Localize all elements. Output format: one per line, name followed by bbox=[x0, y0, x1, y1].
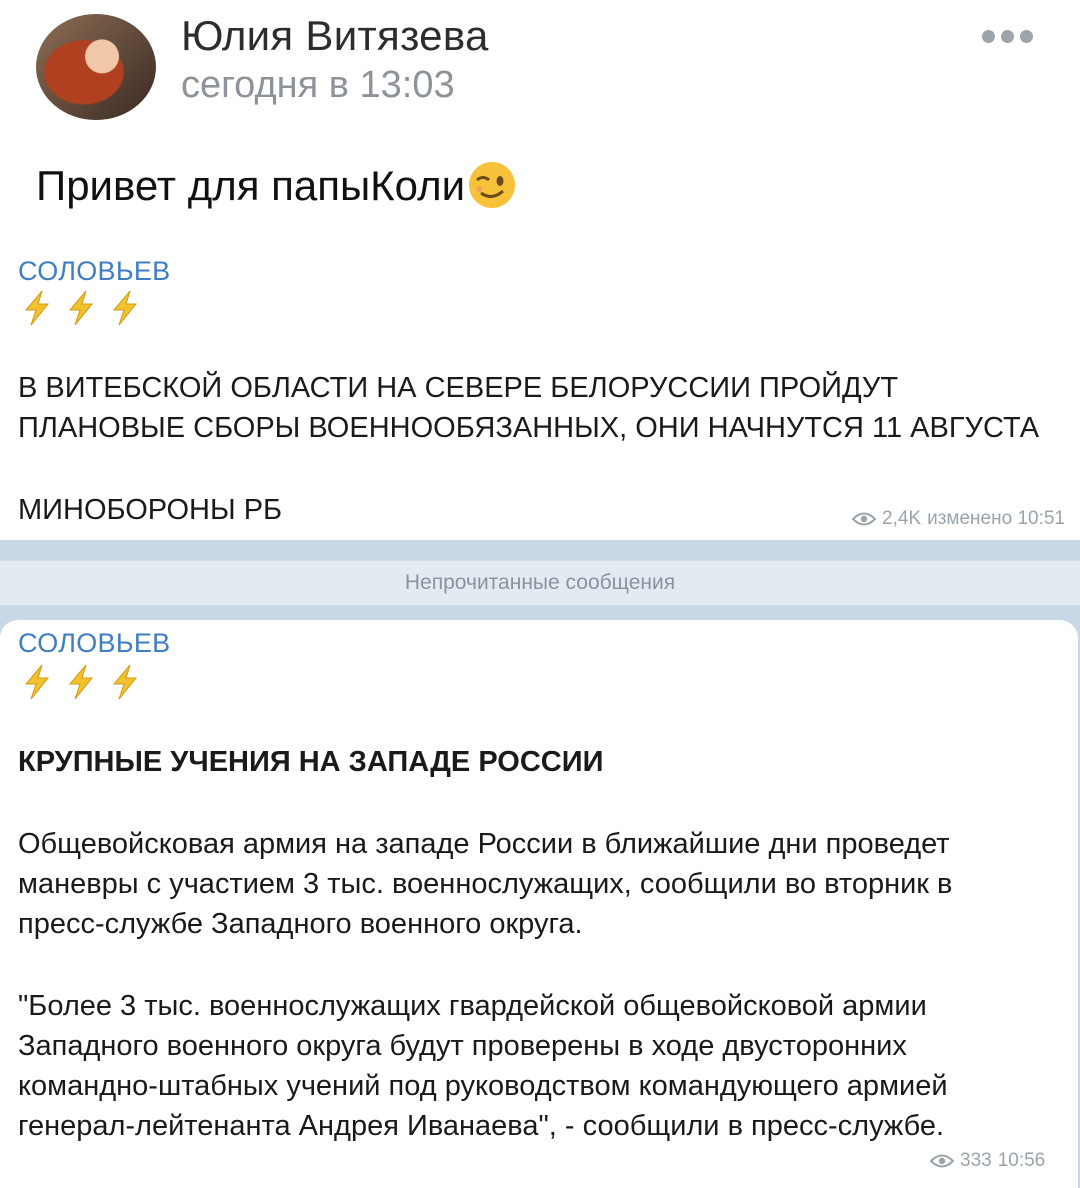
message-line: В ВИТЕБСКОЙ ОБЛАСТИ НА СЕВЕРЕ БЕЛОРУССИИ… bbox=[18, 372, 899, 404]
message-line: командно-штабных учений под руководством… bbox=[18, 1070, 948, 1102]
post-author[interactable]: Юлия Витязева bbox=[181, 12, 489, 60]
views-eye-icon bbox=[852, 512, 876, 526]
views-count: 2,4K bbox=[882, 508, 922, 529]
bolt-icons bbox=[20, 664, 142, 700]
message-meta: 333 10:56 bbox=[930, 1150, 1045, 1172]
avatar[interactable] bbox=[36, 14, 156, 120]
views-count: 333 bbox=[960, 1150, 992, 1171]
lightning-icon bbox=[112, 664, 138, 700]
message-bubble: СОЛОВЬЕВ КРУПНЫЕ УЧЕНИЯ НА ЗАПАДЕ РОССИИ… bbox=[0, 620, 1078, 1188]
winking-face-icon bbox=[469, 162, 516, 208]
channel-name[interactable]: СОЛОВЬЕВ bbox=[18, 256, 170, 287]
message-line: маневры с участием 3 тыс. военнослужащих… bbox=[18, 868, 953, 900]
message-line: МИНОБОРОНЫ РБ bbox=[18, 494, 283, 526]
more-options-icon[interactable] bbox=[982, 26, 1034, 46]
message-time: 10:56 bbox=[997, 1150, 1046, 1171]
message-line: "Более 3 тыс. военнослужащих гвардейской… bbox=[18, 990, 927, 1022]
message-line: Западного военного округа будут проверен… bbox=[18, 1030, 907, 1062]
post-time[interactable]: сегодня в 13:03 bbox=[181, 64, 455, 107]
unread-divider-label: Непрочитанные сообщения bbox=[404, 571, 676, 594]
lightning-icon bbox=[112, 290, 138, 326]
message-line: Общевойсковая армия на западе России в б… bbox=[18, 828, 950, 860]
message-line: пресс-службе Западного военного округа. bbox=[18, 908, 583, 940]
channel-name[interactable]: СОЛОВЬЕВ bbox=[18, 628, 170, 659]
lightning-icon bbox=[68, 664, 94, 700]
message-heading: КРУПНЫЕ УЧЕНИЯ НА ЗАПАДЕ РОССИИ bbox=[18, 746, 604, 778]
post-text-content: Привет для папыКоли bbox=[36, 162, 466, 209]
unread-divider: Непрочитанные сообщения bbox=[0, 560, 1080, 606]
bolt-icons bbox=[20, 290, 142, 326]
edited-label: изменено 10:51 bbox=[927, 508, 1065, 529]
lightning-icon bbox=[24, 290, 50, 326]
post-text: Привет для папыКоли bbox=[36, 160, 517, 210]
views-eye-icon bbox=[930, 1154, 954, 1168]
message-bubble: СОЛОВЬЕВ В ВИТЕБСКОЙ ОБЛАСТИ НА СЕВЕРЕ Б… bbox=[0, 240, 1080, 540]
message-meta: 2,4K изменено 10:51 bbox=[852, 508, 1065, 530]
message-line: ПЛАНОВЫЕ СБОРЫ ВОЕННООБЯЗАННЫХ, ОНИ НАЧН… bbox=[18, 412, 1040, 444]
message-line: генерал-лейтенанта Андрея Иванаева", - с… bbox=[18, 1110, 945, 1142]
lightning-icon bbox=[68, 290, 94, 326]
lightning-icon bbox=[24, 664, 50, 700]
